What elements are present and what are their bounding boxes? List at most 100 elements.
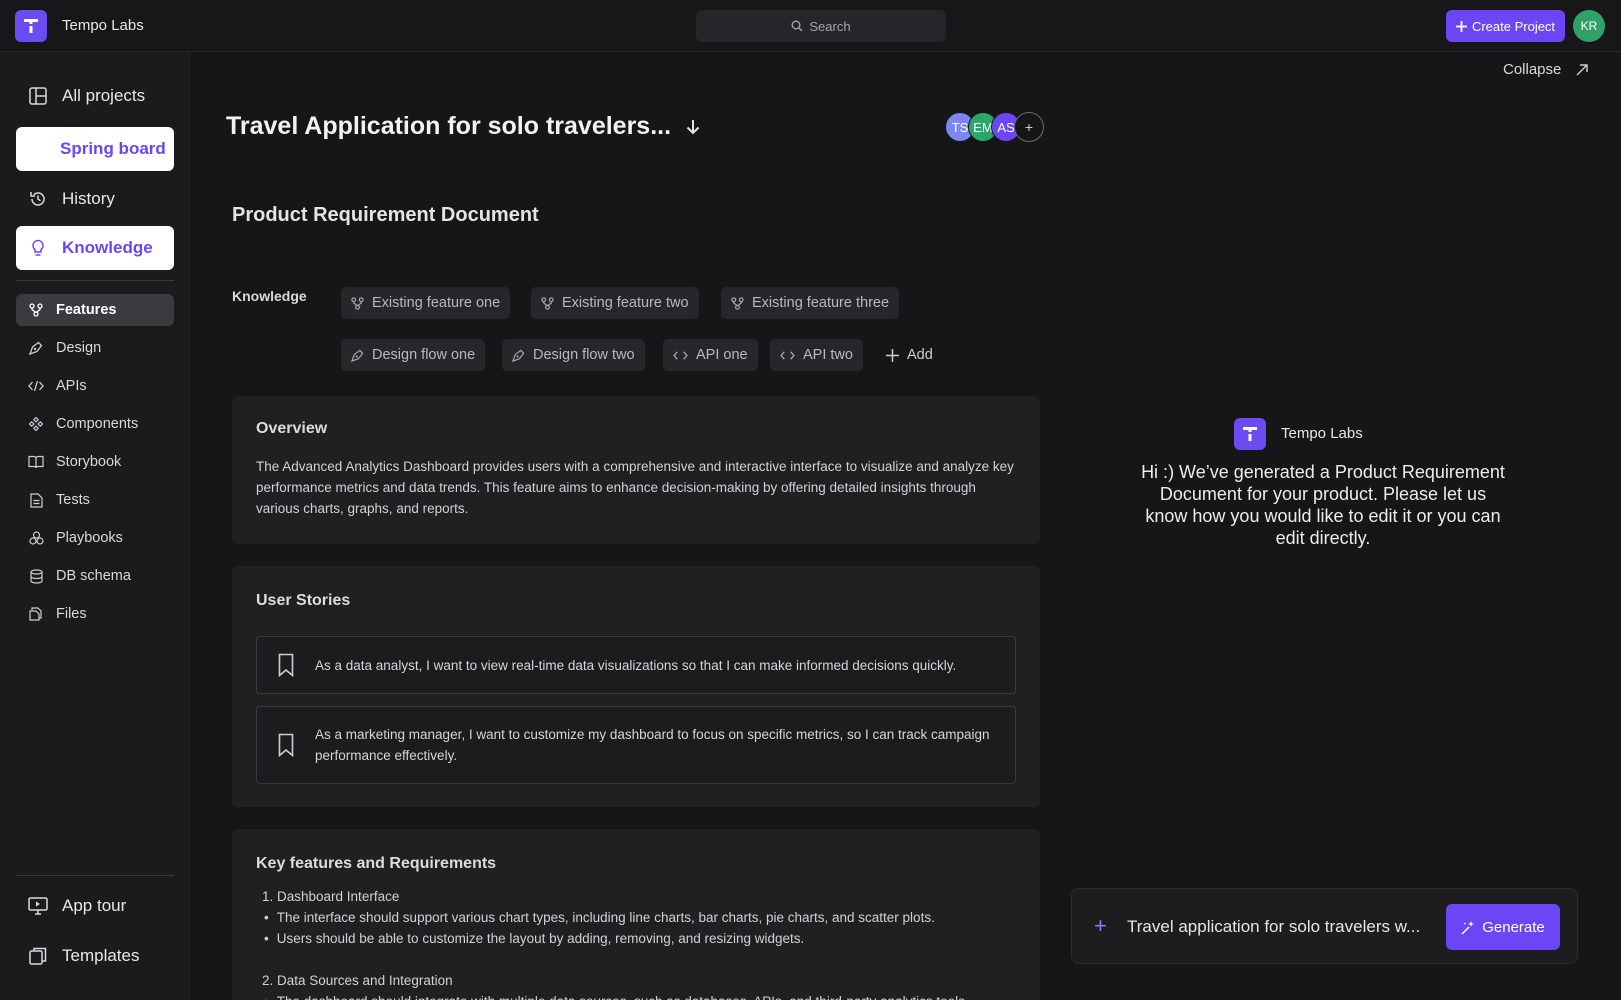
feature-bullet-text: The interface should support various cha…	[276, 910, 935, 925]
sidebar-item-db-schema[interactable]: DB schema	[16, 560, 174, 592]
create-project-label: Create Project	[1471, 18, 1556, 34]
sidebar-item-components[interactable]: Components	[16, 408, 174, 440]
search-icon	[791, 20, 803, 32]
user-avatar[interactable]: KR	[1573, 10, 1605, 42]
feature-bullet: Users should be able to customize the la…	[256, 928, 1016, 949]
features-icon	[541, 296, 554, 310]
attach-plus-icon[interactable]: +	[1094, 913, 1107, 939]
code-icon	[28, 378, 44, 394]
features-icon	[28, 302, 44, 318]
user-story-text: As a data analyst, I want to view real-t…	[315, 657, 957, 673]
plus-icon	[886, 348, 899, 362]
doc-title: Product Requirement Document	[232, 204, 539, 226]
collaborator-avatars: TS EM AS +	[945, 112, 1044, 142]
sidebar-item-db-schema-label: DB schema	[56, 568, 131, 584]
overview-text[interactable]: The Advanced Analytics Dashboard provide…	[256, 456, 1016, 519]
overview-heading: Overview	[256, 420, 328, 437]
knowledge-chip[interactable]: Design flow two	[502, 339, 645, 371]
collapse-button[interactable]: Collapse	[1503, 61, 1589, 78]
knowledge-chip[interactable]: API one	[663, 339, 758, 371]
user-story-item[interactable]: As a data analyst, I want to view real-t…	[256, 636, 1016, 694]
user-story-item[interactable]: As a marketing manager, I want to custom…	[256, 706, 1016, 784]
book-icon	[28, 454, 44, 470]
sidebar-item-design[interactable]: Design	[16, 332, 174, 364]
collapse-label: Collapse	[1503, 61, 1562, 78]
features-icon	[731, 296, 744, 310]
nav-history-label: History	[62, 189, 115, 208]
feature-bullet-text: The dashboard should integrate with mult…	[277, 991, 969, 1000]
top-bar: Tempo Labs Search Create Project KR	[0, 0, 1621, 52]
nav-spring-board[interactable]: Spring board	[16, 127, 174, 171]
knowledge-chip[interactable]: Existing feature two	[531, 287, 699, 319]
monitor-icon	[28, 896, 48, 916]
add-knowledge-button[interactable]: Add	[876, 339, 943, 371]
chat-brand-name: Tempo Labs	[1281, 425, 1363, 442]
bookmark-icon	[257, 653, 315, 677]
sidebar-item-playbooks-label: Playbooks	[56, 530, 123, 546]
assistant-message: Hi :) We’ve generated a Product Requirem…	[1141, 462, 1505, 548]
sidebar-item-apis-label: APIs	[56, 378, 87, 394]
knowledge-chip-label: Existing feature three	[752, 295, 890, 311]
add-knowledge-label: Add	[907, 347, 933, 363]
sidebar-item-playbooks[interactable]: Playbooks	[16, 522, 174, 554]
history-icon	[28, 189, 48, 209]
sidebar-item-storybook-label: Storybook	[56, 454, 122, 470]
nav-templates-label: Templates	[62, 946, 140, 965]
nav-app-tour[interactable]: App tour	[16, 884, 174, 928]
pen-icon	[351, 349, 364, 362]
nav-templates[interactable]: Templates	[16, 934, 174, 978]
search-label: Search	[809, 18, 851, 34]
knowledge-chip-label: Design flow two	[533, 347, 635, 363]
logo-icon	[24, 19, 38, 33]
generate-label: Generate	[1482, 918, 1545, 936]
sidebar-item-tests-label: Tests	[56, 492, 90, 508]
plus-icon	[1455, 20, 1467, 32]
nav-app-tour-label: App tour	[62, 896, 127, 915]
components-icon	[28, 416, 44, 432]
arrow-down-icon[interactable]	[685, 118, 701, 136]
feature-bullet-text: Users should be able to customize the la…	[276, 931, 805, 946]
sparkle-wand-icon	[1461, 920, 1475, 935]
knowledge-chip[interactable]: Design flow one	[341, 339, 486, 371]
feature-section-title: 2. Data Sources and Integration	[262, 973, 453, 988]
user-story-text: As a marketing manager, I want to custom…	[315, 727, 990, 763]
create-project-button[interactable]: Create Project	[1446, 10, 1565, 42]
tempo-logo[interactable]	[15, 10, 47, 42]
lightbulb-icon	[28, 238, 48, 258]
search-bar[interactable]: Search	[696, 10, 946, 42]
key-features-list[interactable]: 1. Dashboard Interface The interface sho…	[256, 886, 1016, 1000]
knowledge-chip-label: API two	[803, 347, 853, 363]
playbooks-icon	[28, 530, 44, 546]
nav-knowledge-label: Knowledge	[62, 238, 153, 257]
prompt-input[interactable]	[1127, 913, 1427, 941]
arrow-up-right-icon	[1576, 63, 1589, 75]
sidebar-item-features-label: Features	[56, 302, 117, 318]
sidebar-item-storybook[interactable]: Storybook	[16, 446, 174, 478]
sidebar-item-files-label: Files	[56, 606, 87, 622]
generate-button[interactable]: Generate	[1446, 904, 1560, 950]
templates-icon	[28, 946, 48, 966]
knowledge-chip[interactable]: Existing feature one	[341, 287, 511, 319]
nav-history[interactable]: History	[16, 177, 174, 221]
sidebar-divider	[16, 280, 174, 281]
key-features-heading: Key features and Requirements	[256, 855, 497, 872]
nav-knowledge[interactable]: Knowledge	[16, 226, 174, 270]
project-title: Travel Application for solo travelers...	[226, 112, 672, 140]
sidebar-item-apis[interactable]: APIs	[16, 370, 174, 402]
project-title-row: Travel Application for solo travelers...	[226, 112, 701, 141]
features-icon	[351, 296, 364, 310]
add-collaborator-button[interactable]: +	[1014, 112, 1044, 142]
knowledge-label: Knowledge	[232, 288, 307, 304]
sidebar-item-files[interactable]: Files	[16, 598, 174, 630]
sidebar-item-features[interactable]: Features	[16, 294, 174, 326]
chat-logo	[1234, 418, 1266, 450]
sidebar-item-tests[interactable]: Tests	[16, 484, 174, 516]
nav-spring-board-label: Spring board	[60, 139, 166, 158]
logo-icon	[1243, 427, 1257, 441]
database-icon	[28, 568, 44, 584]
feature-section-title: 1. Dashboard Interface	[262, 889, 400, 904]
knowledge-chip[interactable]: Existing feature three	[721, 287, 900, 319]
nav-all-projects[interactable]: All projects	[16, 74, 174, 118]
knowledge-chip[interactable]: API two	[770, 339, 863, 371]
code-icon	[780, 350, 795, 360]
